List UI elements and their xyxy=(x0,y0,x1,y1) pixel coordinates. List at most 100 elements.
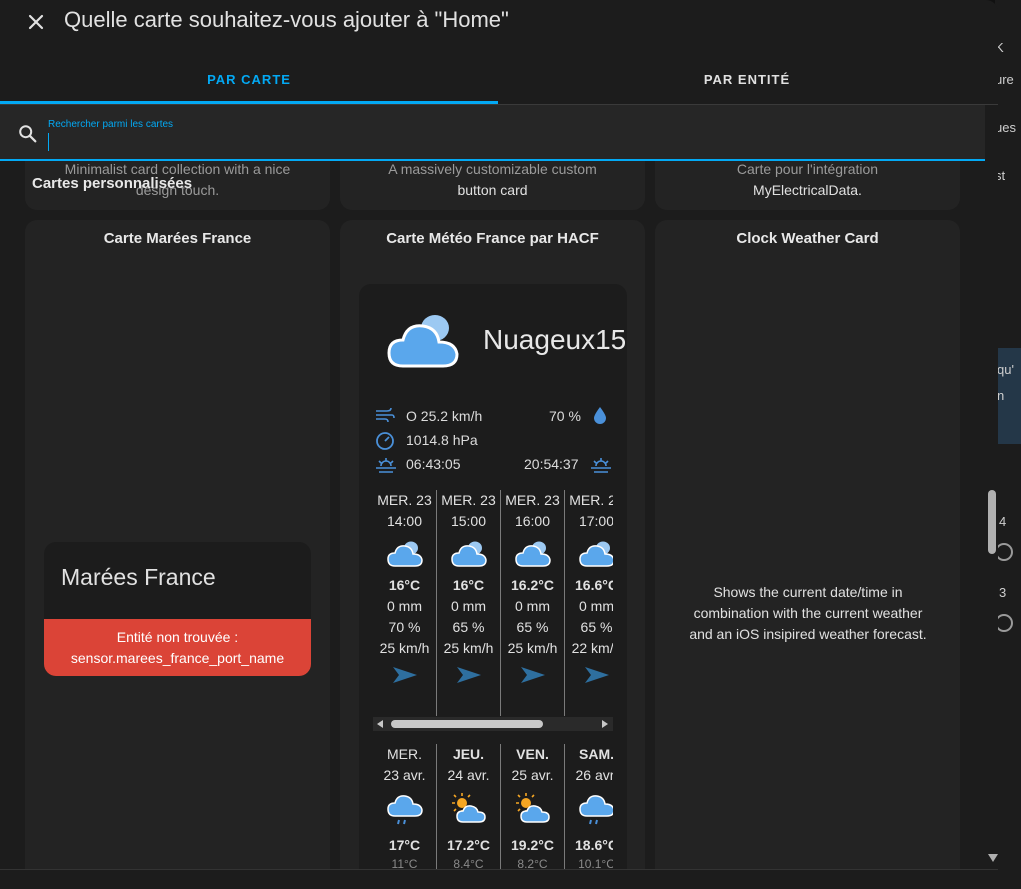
card-preview[interactable]: A massively customizable custom button c… xyxy=(340,161,645,210)
scroll-right-icon[interactable] xyxy=(601,720,609,728)
hour-temp: 16.2°C xyxy=(511,577,554,593)
hour-temp: 16°C xyxy=(388,577,421,593)
day-name: VEN. xyxy=(516,746,549,762)
hour-wind: 25 km/h xyxy=(443,640,494,656)
wind-direction-icon xyxy=(392,667,417,683)
daily-item: SAM. 26 avr. 18.6°C 10.1°C xyxy=(565,744,613,869)
rain-cloud-icon xyxy=(386,795,423,825)
hour-wind: 25 km/h xyxy=(507,640,558,656)
hour-humidity: 65 % xyxy=(516,619,549,635)
pressure-gauge-icon xyxy=(376,432,394,450)
card-meteo-france[interactable]: Carte Météo France par HACF Nuageux15 O … xyxy=(340,220,645,869)
bg-text-fragment: qu' xyxy=(997,362,1014,377)
tab-bar: PAR CARTE PAR ENTITÉ xyxy=(0,56,998,105)
hour-day: MER. 23 xyxy=(569,492,613,508)
scrollbar-thumb[interactable] xyxy=(988,490,996,554)
description-line: combination with the current weather xyxy=(693,605,923,621)
hourly-forecast[interactable]: MER. 23 14:00 16°C 0 mm 70 % 25 km/h MER… xyxy=(373,490,613,716)
day-temp-low: 8.2°C xyxy=(517,857,548,869)
hour-time: 17:00 xyxy=(578,513,613,529)
dialog-header: Quelle carte souhaitez-vous ajouter à "H… xyxy=(0,0,998,56)
hourly-scrollbar[interactable] xyxy=(373,717,613,731)
day-temp: 17.2°C xyxy=(447,837,490,853)
sunrise-icon xyxy=(376,458,396,473)
bg-text-fragment: 4 xyxy=(999,514,1007,529)
hour-time: 15:00 xyxy=(450,513,487,529)
tab-by-card[interactable]: PAR CARTE xyxy=(0,56,498,105)
description-line: and an iOS insipired weather forecast. xyxy=(689,626,927,642)
hour-day: MER. 23 xyxy=(377,492,432,508)
rain-cloud-icon xyxy=(578,795,613,825)
search-icon xyxy=(19,125,37,143)
search-input[interactable] xyxy=(48,133,948,151)
day-date: 25 avr. xyxy=(511,767,554,783)
scroll-left-icon[interactable] xyxy=(376,720,384,728)
wind-icon xyxy=(376,407,395,423)
card-picker-list: Minimalist card collection with a nice d… xyxy=(0,161,985,869)
tab-by-entity[interactable]: PAR ENTITÉ xyxy=(498,56,996,105)
search-label: Rechercher parmi les cartes xyxy=(48,119,174,130)
hour-day: MER. 23 xyxy=(441,492,496,508)
scrollbar-thumb[interactable] xyxy=(391,720,543,728)
hour-humidity: 65 % xyxy=(580,619,613,635)
daily-item: JEU. 24 avr. 17.2°C 8.4°C xyxy=(437,744,501,869)
day-date: 24 avr. xyxy=(447,767,490,783)
sunset-icon xyxy=(591,458,611,473)
sunrise-value: 06:43:05 xyxy=(406,456,461,472)
marees-preview-title: Marées France xyxy=(61,564,216,590)
hour-rain: 0 mm xyxy=(387,598,422,614)
card-description: Carte pour l'intégration xyxy=(736,161,879,177)
hour-time: 14:00 xyxy=(386,513,423,529)
hourly-item: MER. 23 15:00 16°C 0 mm 65 % 25 km/h xyxy=(437,490,501,716)
card-title: Carte Marées France xyxy=(103,230,252,247)
weather-state: Nuageux15 xyxy=(483,324,627,355)
dialog-scrollbar[interactable] xyxy=(986,105,998,869)
day-temp: 17°C xyxy=(388,837,421,853)
close-icon[interactable] xyxy=(22,8,50,36)
search-field[interactable]: Rechercher parmi les cartes xyxy=(0,105,985,161)
error-text: Entité non trouvée : xyxy=(116,629,239,645)
cloud-icon xyxy=(450,541,487,567)
card-clock-weather[interactable]: Clock Weather Card Shows the current dat… xyxy=(655,220,960,869)
hour-wind: 25 km/h xyxy=(379,640,430,656)
hour-temp: 16.6°C xyxy=(575,577,613,593)
entity-error-banner: Entité non trouvée : sensor.marees_franc… xyxy=(44,619,311,676)
card-title: Carte Météo France par HACF xyxy=(386,230,599,247)
wind-direction-icon xyxy=(456,667,481,683)
day-name: SAM. xyxy=(579,746,613,762)
add-card-dialog: Quelle carte souhaitez-vous ajouter à "H… xyxy=(0,0,998,889)
sunset-value: 20:54:37 xyxy=(524,456,579,472)
bg-text-fragment: 3 xyxy=(999,585,1007,600)
marees-preview: Marées France Entité non trouvée : senso… xyxy=(44,542,311,676)
background-page: K ure ues st qu' n 4 3 xyxy=(995,0,1021,889)
section-label: Cartes personnalisées xyxy=(32,175,193,192)
hour-time: 16:00 xyxy=(514,513,551,529)
card-marees-france[interactable]: Carte Marées France Marées France Entité… xyxy=(25,220,330,869)
day-temp: 18.6°C xyxy=(575,837,613,853)
card-preview[interactable]: Carte pour l'intégration MyElectricalDat… xyxy=(655,161,960,210)
daily-item: MER. 23 avr. 17°C 11°C xyxy=(373,744,437,869)
hour-temp: 16°C xyxy=(452,577,485,593)
bg-text-fragment: n xyxy=(997,388,1005,403)
day-name: MER. xyxy=(387,746,422,762)
bg-text-fragment: ues xyxy=(995,120,1016,135)
meteo-preview: Nuageux15 O 25.2 km/h 70 % 1014.8 hPa 06… xyxy=(359,284,627,869)
dialog-title: Quelle carte souhaitez-vous ajouter à "H… xyxy=(64,7,509,32)
scroll-down-icon[interactable] xyxy=(988,854,998,862)
daily-item: VEN. 25 avr. 19.2°C 8.2°C xyxy=(501,744,565,869)
daily-forecast[interactable]: MER. 23 avr. 17°C 11°C JEU. 24 avr. 17.2… xyxy=(373,744,613,869)
sun-cloud-icon xyxy=(515,793,550,823)
description-line: Shows the current date/time in xyxy=(713,584,903,600)
day-temp: 19.2°C xyxy=(511,837,554,853)
hourly-item: MER. 23 14:00 16°C 0 mm 70 % 25 km/h xyxy=(373,490,437,716)
humidity-value: 70 % xyxy=(549,408,581,424)
cloud-icon xyxy=(578,541,613,567)
card-description: MyElectricalData. xyxy=(753,182,862,198)
water-drop-icon xyxy=(594,407,606,424)
wind-direction-icon xyxy=(584,667,609,683)
sun-cloud-icon xyxy=(451,793,486,823)
hour-wind: 22 km/h xyxy=(571,640,613,656)
card-description: A massively customizable custom xyxy=(388,161,597,177)
hour-rain: 0 mm xyxy=(579,598,613,614)
day-temp-low: 8.4°C xyxy=(453,857,484,869)
